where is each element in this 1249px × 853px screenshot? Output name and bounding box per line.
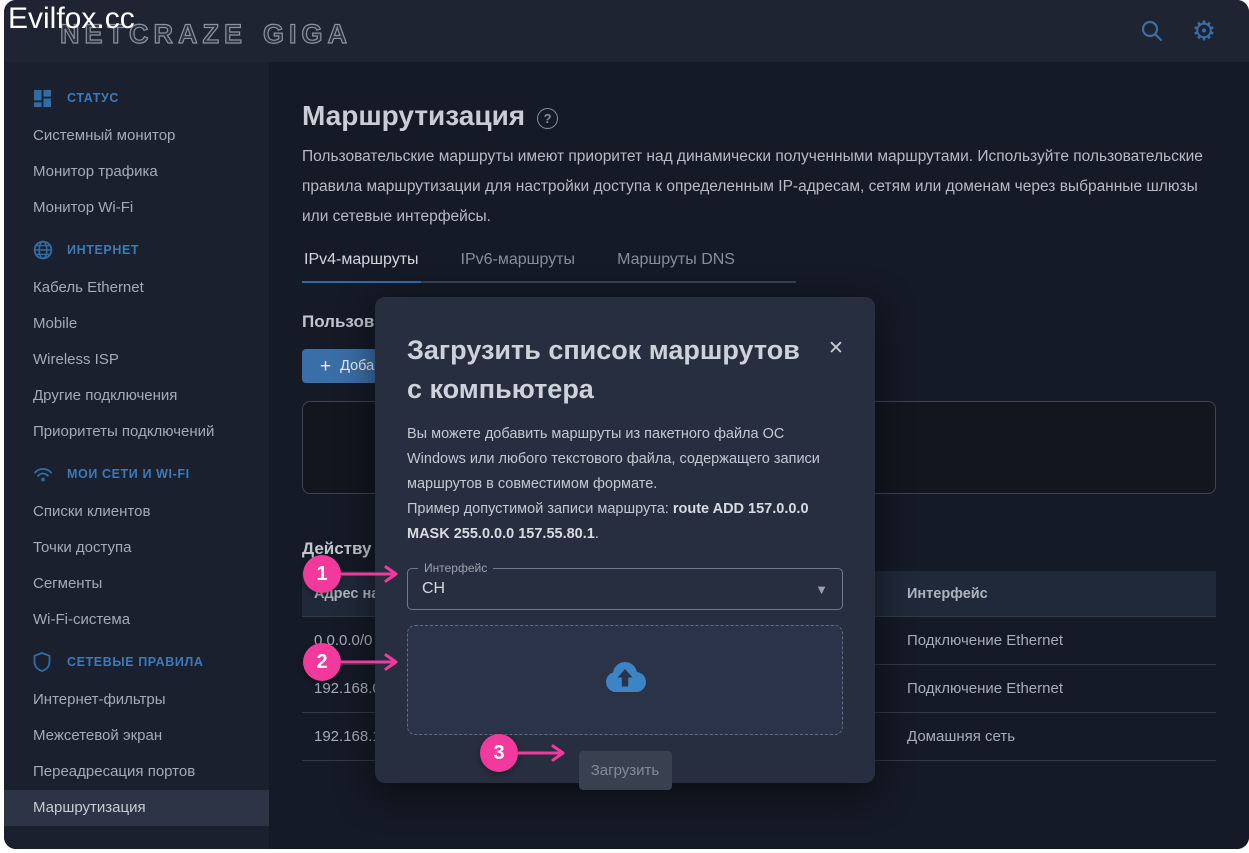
annotation-marker-1: 1: [303, 555, 403, 593]
upload-button[interactable]: Загрузить: [579, 751, 672, 790]
annotation-marker-2: 2: [303, 643, 403, 681]
sidebar-section-label: СЕТЕВЫЕ ПРАВИЛА: [67, 655, 203, 669]
sidebar-item-routing[interactable]: Маршрутизация: [4, 790, 269, 826]
tab-ipv4-routes[interactable]: IPv4-маршруты: [302, 241, 421, 283]
interface-select-label: Интерфейс: [418, 561, 493, 575]
sidebar-item-wifi-system[interactable]: Wi-Fi-система: [4, 602, 269, 638]
sidebar-item-internet-filters[interactable]: Интернет-фильтры: [4, 682, 269, 718]
arrow-right-icon: [518, 744, 570, 762]
annotation-marker-3: 3: [480, 734, 570, 772]
page-title: Маршрутизация: [302, 100, 525, 132]
gear-icon[interactable]: ⚙: [1189, 16, 1219, 46]
example-prefix: Пример допустимой записи маршрута:: [407, 501, 673, 517]
sidebar-item-segments[interactable]: Сегменты: [4, 566, 269, 602]
marker-number: 2: [303, 643, 341, 681]
sidebar-section-my-networks: МОИ СЕТИ И WI-FI: [4, 450, 269, 494]
sidebar-section-status: СТАТУС: [4, 74, 269, 118]
help-icon[interactable]: ?: [537, 108, 558, 129]
grid-icon: [33, 88, 53, 108]
sidebar-item-connection-priorities[interactable]: Приоритеты подключений: [4, 414, 269, 450]
screenshot-frame: NETCRAZE GIGA ⚙: [0, 0, 1249, 853]
sidebar-section-label: ИНТЕРНЕТ: [67, 243, 139, 257]
close-icon[interactable]: ✕: [825, 337, 847, 359]
sidebar-section-network-rules: СЕТЕВЫЕ ПРАВИЛА: [4, 638, 269, 682]
sidebar-item-traffic-monitor[interactable]: Монитор трафика: [4, 154, 269, 190]
sidebar-item-wireless-isp[interactable]: Wireless ISP: [4, 342, 269, 378]
route-interface: Подключение Ethernet: [907, 632, 1204, 649]
page-description: Пользовательские маршруты имеют приорите…: [302, 142, 1207, 232]
modal-example-text: Пример допустимой записи маршрута: route…: [407, 497, 843, 547]
topbar-icons: ⚙: [1137, 16, 1219, 46]
interface-select-value: CH: [422, 580, 445, 598]
sidebar-item-client-lists[interactable]: Списки клиентов: [4, 494, 269, 530]
wifi-icon: [33, 464, 53, 484]
marker-number: 3: [480, 734, 518, 772]
modal-title: Загрузить список маршрутов с компьютера: [407, 331, 843, 409]
sidebar-section-label: МОИ СЕТИ И WI-FI: [67, 467, 190, 481]
modal-description: Вы можете добавить маршруты из пакетного…: [407, 422, 843, 497]
sidebar-item-wifi-monitor[interactable]: Монитор Wi-Fi: [4, 190, 269, 226]
tab-dns-routes[interactable]: Маршруты DNS: [615, 241, 737, 283]
route-interface: Домашняя сеть: [907, 728, 1204, 745]
topbar: NETCRAZE GIGA ⚙: [4, 0, 1249, 62]
arrow-right-icon: [341, 565, 403, 583]
sidebar-item-other-connections[interactable]: Другие подключения: [4, 378, 269, 414]
sidebar-section-internet: ИНТЕРНЕТ: [4, 226, 269, 270]
sidebar: СТАТУС Системный монитор Монитор трафика…: [4, 62, 269, 849]
search-icon[interactable]: [1137, 16, 1167, 46]
watermark-text: Evilfox.cc: [8, 2, 135, 36]
interface-select[interactable]: Интерфейс CH ▼: [407, 568, 843, 610]
sidebar-item-system-monitor[interactable]: Системный монитор: [4, 118, 269, 154]
sidebar-item-firewall[interactable]: Межсетевой экран: [4, 718, 269, 754]
example-suffix: .: [595, 526, 599, 542]
brand-logo-secondary: GIGA: [263, 19, 352, 50]
shield-icon: [33, 652, 53, 672]
sidebar-item-mobile[interactable]: Mobile: [4, 306, 269, 342]
sidebar-item-access-points[interactable]: Точки доступа: [4, 530, 269, 566]
route-interface: Подключение Ethernet: [907, 680, 1204, 697]
arrow-right-icon: [341, 653, 403, 671]
sidebar-item-ethernet-cable[interactable]: Кабель Ethernet: [4, 270, 269, 306]
globe-icon: [33, 240, 53, 260]
plus-icon: +: [320, 357, 331, 376]
upload-routes-modal: ✕ Загрузить список маршрутов с компьютер…: [375, 297, 875, 783]
col-interface-header: Интерфейс: [907, 586, 1204, 602]
file-dropzone[interactable]: [407, 625, 843, 735]
sidebar-section-label: СТАТУС: [67, 91, 119, 105]
tab-ipv6-routes[interactable]: IPv6-маршруты: [459, 241, 578, 283]
sidebar-item-port-forwarding[interactable]: Переадресация портов: [4, 754, 269, 790]
cloud-upload-icon: [601, 660, 649, 701]
tab-bar: IPv4-маршруты IPv6-маршруты Маршруты DNS: [302, 241, 796, 283]
chevron-down-icon: ▼: [815, 582, 828, 597]
marker-number: 1: [303, 555, 341, 593]
